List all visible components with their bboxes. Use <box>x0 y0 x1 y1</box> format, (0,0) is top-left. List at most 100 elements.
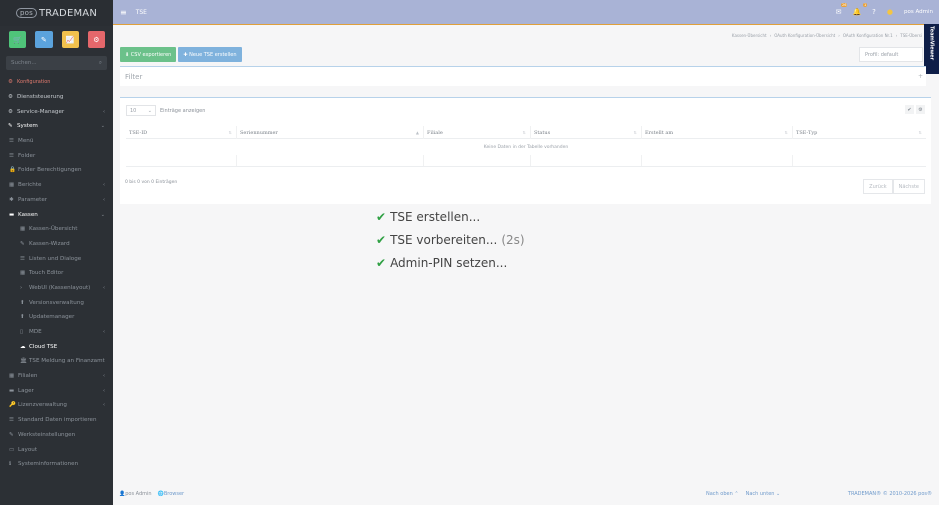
sidebar-item-listen-und-dialoge[interactable]: ☰ Listen und Dialoge <box>0 251 113 266</box>
help-icon[interactable]: ? <box>872 8 876 16</box>
sidebar-item-layout[interactable]: ▭ Layout <box>0 442 113 457</box>
chart-quick-button[interactable]: 📈 <box>61 31 79 48</box>
sidebar-item-webui-kassenlayout-[interactable]: › WebUI (Kassenlayout) ‹ <box>0 281 113 296</box>
sidebar-search[interactable]: Suchen... ⌕ <box>6 56 107 70</box>
sidebar-item-kassen-wizard[interactable]: ✎ Kassen-Wizard <box>0 237 113 252</box>
sidebar-item-parameter[interactable]: ✱ Parameter ‹ <box>0 193 113 208</box>
sidebar-item-label: Cloud TSE <box>29 343 58 350</box>
toolbar: ⬇ CSV exportieren ✚ Neue TSE erstellen <box>120 47 242 62</box>
check-icon[interactable]: ✔ <box>905 105 914 114</box>
sort-icon[interactable]: ⇅ <box>229 130 232 135</box>
sidebar-item-label: Lizenzverwaltung <box>18 402 67 409</box>
table-tools: ✔ ⚙ <box>905 105 925 114</box>
sidebar-item-folder[interactable]: ☰ Folder <box>0 148 113 163</box>
sidebar-item-lizenzverwaltung[interactable]: 🔑 Lizenzverwaltung ‹ <box>0 398 113 413</box>
mail-button[interactable]: ✉ 26 <box>836 3 848 16</box>
app-logo[interactable]: pos TRADEMAN <box>0 0 113 26</box>
column-header[interactable]: TSE-Typ ⇅ <box>793 126 926 139</box>
column-header[interactable]: Seriennummer ▲ <box>237 126 424 139</box>
column-header[interactable]: Status ⇅ <box>531 126 642 139</box>
column-header-label: TSE-ID <box>129 129 148 136</box>
teamviewer-tab[interactable]: TeamViewer <box>924 24 939 74</box>
table-header: TSE-ID ⇅ Seriennummer ▲ Filiale ⇅ Status ⇅ Erste… <box>126 126 926 139</box>
column-header[interactable]: Filiale ⇅ <box>424 126 531 139</box>
breadcrumb-item[interactable]: OAuth Konfiguration Nr.1 <box>843 33 893 38</box>
sidebar-item-tse-meldung-an-finanzamt[interactable]: 🏛 TSE Meldung an Finanzamt <box>0 354 113 369</box>
breadcrumb-item[interactable]: OAuth Konfiguration-Übersicht <box>774 33 835 38</box>
sort-icon[interactable]: ▲ <box>416 130 419 135</box>
menu-item-icon: ℹ <box>9 461 12 468</box>
search-icon[interactable]: ⌕ <box>99 60 102 67</box>
column-header[interactable]: TSE-ID ⇅ <box>126 126 237 139</box>
sidebar-item-lager[interactable]: ▬ Lager ‹ <box>0 383 113 398</box>
sidebar-item-kassen-übersicht[interactable]: ▦ Kassen-Übersicht <box>0 222 113 237</box>
sidebar-item-label: Service-Manager <box>17 108 65 115</box>
column-header-label: Seriennummer <box>240 129 278 136</box>
sidebar-item-filialen[interactable]: ▦ Filialen ‹ <box>0 369 113 384</box>
sidebar-item-werksteinstellungen[interactable]: ✎ Werksteinstellungen <box>0 428 113 443</box>
column-header-label: TSE-Typ <box>796 129 818 136</box>
search-input[interactable]: Suchen... <box>11 60 37 66</box>
sort-icon[interactable]: ⇅ <box>523 130 526 135</box>
sort-icon[interactable]: ⇅ <box>634 130 637 135</box>
scroll-top-link[interactable]: Nach oben ⌃ <box>706 491 739 497</box>
notifications-button[interactable]: 🔔 1 <box>852 3 868 16</box>
checkmark-icon: ✔ <box>376 255 387 270</box>
pencil-quick-button[interactable]: ✎ <box>35 31 53 48</box>
copyright: TRADEMAN® © 2010-2026 pos® <box>847 490 932 497</box>
sidebar-item-berichte[interactable]: ▦ Berichte ‹ <box>0 178 113 193</box>
sidebar-item-menü[interactable]: ☰ Menü <box>0 134 113 149</box>
menu-item-icon: ▬ <box>9 211 15 218</box>
filter-panel[interactable]: Filter + <box>120 66 926 86</box>
sidebar-item-cloud-tse[interactable]: ☁ Cloud TSE <box>0 339 113 354</box>
profile-select[interactable]: Profil: default <box>859 47 923 62</box>
new-tse-button[interactable]: ✚ Neue TSE erstellen <box>178 47 242 62</box>
breadcrumb-item[interactable]: Kassen-Übersicht <box>732 33 767 38</box>
sidebar-item-updatemanager[interactable]: ⬆ Updatemanager <box>0 310 113 325</box>
menu-item-icon: 🔑 <box>9 402 16 409</box>
tse-table-panel: 10 ⌄ Einträge anzeigen ✔ ⚙ TSE-ID ⇅ Serien… <box>120 97 931 204</box>
progress-step: ✔ TSE vorbereiten... (2s) <box>376 228 525 251</box>
sidebar-item-kassen[interactable]: ▬ Kassen ⌄ <box>0 207 113 222</box>
sidebar-item-touch-editor[interactable]: ▦ Touch Editor <box>0 266 113 281</box>
scroll-bottom-link[interactable]: Nach unten ⌄ <box>746 491 781 497</box>
menu-item-icon: ✱ <box>9 196 14 203</box>
footer-browser-link[interactable]: 🌐Browser <box>158 491 185 497</box>
sidebar-item-folder-berechtigungen[interactable]: 🔒 Folder Berechtigungen <box>0 163 113 178</box>
sidebar-item-systeminformationen[interactable]: ℹ Systeminformationen <box>0 457 113 472</box>
column-header[interactable]: Erstellt am ⇅ <box>642 126 793 139</box>
sort-icon[interactable]: ⇅ <box>919 130 922 135</box>
sidebar-item-dienststeuerung[interactable]: ⚙ Dienststeuerung <box>0 90 113 105</box>
menu-item-icon: ☰ <box>20 255 25 262</box>
hamburger-icon[interactable]: ≡ <box>120 8 127 17</box>
prev-page-button[interactable]: Zurück <box>863 179 893 194</box>
users-quick-button[interactable]: ⚙ <box>87 31 105 48</box>
menu-item-icon: ☰ <box>9 417 14 424</box>
menu-item-icon: 🔒 <box>9 167 16 174</box>
sidebar-item-label: Menü <box>18 138 34 145</box>
sort-icon[interactable]: ⇅ <box>785 130 788 135</box>
cart-quick-button[interactable]: 🛒 <box>9 31 27 48</box>
menu-item-icon: ▦ <box>20 226 26 233</box>
sidebar-item-mde[interactable]: ▯ MDE ‹ <box>0 325 113 340</box>
page-size-select[interactable]: 10 ⌄ <box>126 105 156 116</box>
breadcrumb-item[interactable]: TSE-Übersi <box>900 33 922 38</box>
column-header-label: Status <box>534 129 551 136</box>
menu-item-icon: ⚙ <box>8 94 13 101</box>
logo-name: TRADEMAN <box>38 7 98 19</box>
sidebar-item-standard-daten-importieren[interactable]: ☰ Standard Daten importieren <box>0 413 113 428</box>
sidebar-item-versionsverwaltung[interactable]: ⬆ Versionsverwaltung <box>0 295 113 310</box>
sidebar-item-system[interactable]: ✎ System ⌄ <box>0 119 113 134</box>
user-avatar-icon[interactable]: ● <box>887 8 893 16</box>
progress-steps: ✔ TSE erstellen... ✔ TSE vorbereiten... (2s)… <box>376 205 525 274</box>
user-name[interactable]: pos Admin <box>904 9 933 15</box>
sidebar-item-label: Parameter <box>18 196 48 203</box>
sidebar-item-label: Updatemanager <box>29 314 75 321</box>
expand-filter-icon[interactable]: + <box>918 73 923 80</box>
next-page-button[interactable]: Nächste <box>892 179 925 194</box>
menu-item-icon: ▦ <box>9 373 15 380</box>
menu-item-icon: 🏛 <box>20 358 27 365</box>
csv-export-button[interactable]: ⬇ CSV exportieren <box>120 47 177 62</box>
settings-icon[interactable]: ⚙ <box>916 105 925 114</box>
sidebar-item-service-manager[interactable]: ⚙ Service-Manager ‹ <box>0 104 113 119</box>
